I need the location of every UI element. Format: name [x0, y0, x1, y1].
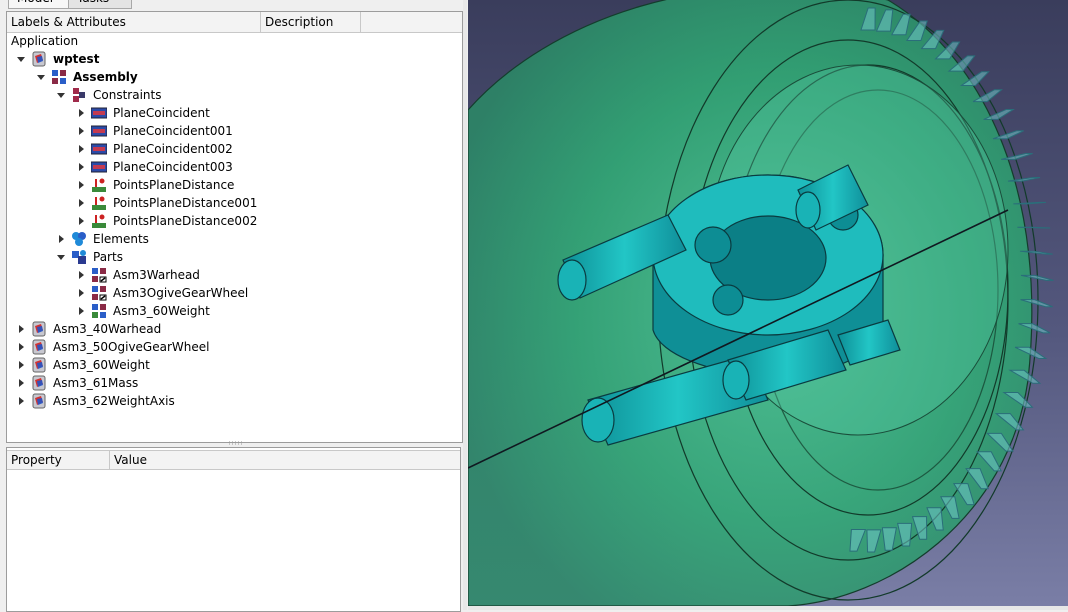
tree-item-label: PlaneCoincident003	[113, 160, 233, 174]
tree-item-label: PointsPlaneDistance002	[113, 214, 258, 228]
tree-item-pointsplanedistance001[interactable]: PointsPlaneDistance001	[7, 194, 447, 212]
model-tree[interactable]: Labels & Attributes Description Applicat…	[6, 11, 463, 443]
tree-item-label: PlaneCoincident001	[113, 124, 233, 138]
column-header-property[interactable]: Property	[7, 451, 110, 469]
assembly-part-icon	[91, 303, 107, 319]
tab-model[interactable]: Model	[8, 0, 70, 9]
tree-item-label: PointsPlaneDistance001	[113, 196, 258, 210]
points-plane-distance-icon	[91, 195, 107, 211]
tree-item-label: Asm3_62WeightAxis	[53, 394, 175, 408]
tree-item-label: Asm3_60Weight	[113, 304, 210, 318]
expand-arrow-icon[interactable]	[77, 199, 85, 207]
points-plane-distance-icon	[91, 177, 107, 193]
tree-item-elements[interactable]: Elements	[7, 230, 447, 248]
document-icon	[31, 357, 47, 373]
tree-item-pointsplanedistance[interactable]: PointsPlaneDistance	[7, 176, 447, 194]
expand-arrow-icon[interactable]	[77, 127, 85, 135]
points-plane-distance-icon	[91, 213, 107, 229]
plane-coincident-icon	[90, 105, 108, 121]
expand-arrow-icon[interactable]	[77, 145, 85, 153]
panel-splitter-handle[interactable]	[228, 441, 242, 445]
tree-item-label: PlaneCoincident002	[113, 142, 233, 156]
document-icon	[31, 393, 47, 409]
expand-arrow-icon[interactable]	[77, 181, 85, 189]
tree-header: Labels & Attributes Description	[7, 12, 462, 33]
collapse-arrow-icon[interactable]	[57, 253, 65, 261]
tree-item-label: wptest	[53, 52, 100, 66]
tab-tasks[interactable]: Tasks	[68, 0, 132, 9]
tree-item-pointsplanedistance002[interactable]: PointsPlaneDistance002	[7, 212, 447, 230]
tree-item-asm3-50ogivegearwheel[interactable]: Asm3_50OgiveGearWheel	[7, 338, 447, 356]
collapse-arrow-icon[interactable]	[17, 55, 25, 63]
tree-item-planecoincident[interactable]: PlaneCoincident	[7, 104, 447, 122]
tree-item-constraints[interactable]: Constraints	[7, 86, 447, 104]
expand-arrow-icon[interactable]	[77, 271, 85, 279]
property-view: Property Value	[6, 447, 461, 612]
tree-item-label: Asm3Warhead	[113, 268, 200, 282]
expand-arrow-icon[interactable]	[77, 289, 85, 297]
tree-item-planecoincident002[interactable]: PlaneCoincident002	[7, 140, 447, 158]
property-header: Property Value	[7, 450, 460, 470]
expand-arrow-icon[interactable]	[17, 325, 25, 333]
column-header-value[interactable]: Value	[110, 451, 460, 469]
expand-arrow-icon[interactable]	[17, 397, 25, 405]
tree-item-parts[interactable]: Parts	[7, 248, 447, 266]
expand-arrow-icon[interactable]	[77, 217, 85, 225]
tree-item-asm3-62weightaxis[interactable]: Asm3_62WeightAxis	[7, 392, 447, 410]
tree-root-label: Application	[11, 34, 79, 48]
tree-item-asm3ogivegearwheel[interactable]: Asm3OgiveGearWheel	[7, 284, 447, 302]
main-splitter[interactable]	[463, 0, 467, 610]
tree-item-asm3-60weight[interactable]: Asm3_60Weight	[7, 356, 447, 374]
column-header-description[interactable]: Description	[261, 12, 361, 32]
tree-item-label: Elements	[93, 232, 149, 246]
tree-item-asm3-61mass[interactable]: Asm3_61Mass	[7, 374, 447, 392]
expand-arrow-icon[interactable]	[77, 109, 85, 117]
tree-item-label: Constraints	[93, 88, 162, 102]
tree-item-asm3-40warhead[interactable]: Asm3_40Warhead	[7, 320, 447, 338]
document-icon	[31, 375, 47, 391]
parts-group-icon	[71, 249, 87, 265]
document-icon	[31, 51, 47, 67]
gear-tooth	[1017, 226, 1051, 229]
plane-coincident-icon	[90, 141, 108, 157]
collapse-arrow-icon[interactable]	[57, 91, 65, 99]
viewport-statusbar	[468, 606, 1068, 610]
tree-item-wptest[interactable]: wptest	[7, 50, 447, 68]
document-icon	[31, 339, 47, 355]
tree-item-label: Asm3_40Warhead	[53, 322, 162, 336]
tree-item-label: Assembly	[73, 70, 138, 84]
expand-arrow-icon[interactable]	[57, 235, 65, 243]
3d-viewport[interactable]	[468, 0, 1068, 606]
3d-model-render	[468, 0, 1054, 606]
expand-arrow-icon[interactable]	[77, 163, 85, 171]
tree-item-label: PlaneCoincident	[113, 106, 210, 120]
tree-item-asm3warhead[interactable]: Asm3Warhead	[7, 266, 447, 284]
tree-item-assembly[interactable]: Assembly	[7, 68, 447, 86]
linked-assembly-icon	[91, 285, 107, 301]
tree-item-label: Parts	[93, 250, 123, 264]
tree-item-label: PointsPlaneDistance	[113, 178, 235, 192]
tree-item-planecoincident003[interactable]: PlaneCoincident003	[7, 158, 447, 176]
assembly-icon	[51, 69, 67, 85]
document-icon	[31, 321, 47, 337]
tree-item-label: Asm3_61Mass	[53, 376, 139, 390]
combo-view-panel: Model Tasks Labels & Attributes Descript…	[0, 0, 466, 612]
plane-coincident-icon	[90, 123, 108, 139]
tree-item-label: Asm3OgiveGearWheel	[113, 286, 249, 300]
tree-item-label: Asm3_60Weight	[53, 358, 150, 372]
tree-item-label: Asm3_50OgiveGearWheel	[53, 340, 210, 354]
elements-group-icon	[71, 231, 87, 247]
expand-arrow-icon[interactable]	[17, 361, 25, 369]
expand-arrow-icon[interactable]	[17, 379, 25, 387]
linked-assembly-icon	[91, 267, 107, 283]
plane-coincident-icon	[90, 159, 108, 175]
tree-item-planecoincident001[interactable]: PlaneCoincident001	[7, 122, 447, 140]
collapse-arrow-icon[interactable]	[37, 73, 45, 81]
tree-item-asm3-60weight[interactable]: Asm3_60Weight	[7, 302, 447, 320]
column-header-labels[interactable]: Labels & Attributes	[7, 12, 261, 32]
combo-view-tabbar: Model Tasks	[0, 0, 466, 10]
constraints-group-icon	[71, 87, 87, 103]
expand-arrow-icon[interactable]	[77, 307, 85, 315]
expand-arrow-icon[interactable]	[17, 343, 25, 351]
